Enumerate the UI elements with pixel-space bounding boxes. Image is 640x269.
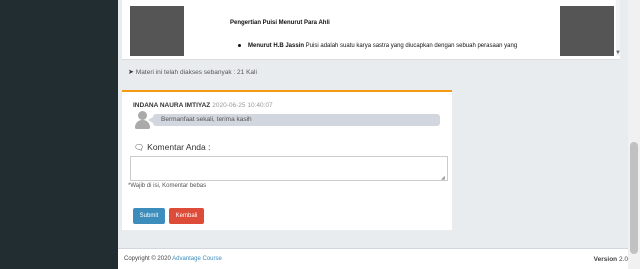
page-scrollbar[interactable]	[628, 0, 640, 269]
required-note: *Wajib di isi, Komentar bebas	[128, 183, 207, 189]
version-label: Version	[593, 256, 618, 263]
resize-grip-icon[interactable]: ◢	[441, 175, 445, 181]
material-bullet: Menurut H.B Jassin Puisi adalah suatu ka…	[238, 43, 517, 49]
comment-date: 2020-06-25 10:40:07	[212, 102, 273, 109]
comment-form-label-text: Komentar Anda :	[147, 142, 211, 152]
comment-bubble: Bermanfaat sekali, terima kasih	[148, 114, 440, 126]
main-content: Pengertian Puisi Menurut Para Ahli Menur…	[118, 0, 628, 269]
access-count-text: Materi ini telah diakses sebanyak : 21 K…	[135, 69, 257, 76]
version-info: Version 2.0	[594, 256, 628, 263]
access-count: ➤ Materi ini telah diakses sebanyak : 21 …	[128, 68, 257, 76]
copyright-text: Copyright © 2020	[124, 256, 171, 262]
material-title: Pengertian Puisi Menurut Para Ahli	[230, 20, 330, 26]
version-number: 2.0	[618, 256, 628, 263]
material-thumbnail-left	[130, 6, 184, 56]
comment-form-label: 🗨 Komentar Anda :	[134, 142, 210, 152]
material-bullet-text: Puisi adalah suatu karya sastra yang diu…	[304, 43, 518, 49]
page-scrollbar-thumb[interactable]	[630, 142, 638, 254]
brand-link[interactable]: Advantage Course	[172, 256, 222, 262]
comment-textarea[interactable]	[130, 156, 448, 181]
copyright: Copyright © 2020 Advantage Course	[124, 256, 222, 262]
material-bullet-heading: Menurut H.B Jassin	[248, 43, 305, 49]
sidebar	[0, 0, 118, 269]
comment-card: INDANA NAURA IMTIYAZ 2020-06-25 10:40:07 …	[122, 90, 452, 230]
scroll-down-icon[interactable]: ▼	[615, 50, 621, 56]
back-button[interactable]: Kembali	[169, 208, 204, 224]
submit-button[interactable]: Submit	[133, 208, 165, 224]
comment-author: INDANA NAURA IMTIYAZ	[133, 102, 211, 109]
comments-icon: 🗨	[134, 143, 145, 152]
comment-header: INDANA NAURA IMTIYAZ 2020-06-25 10:40:07	[133, 102, 273, 109]
footer: Copyright © 2020 Advantage Course Versio…	[118, 248, 628, 269]
material-content-card: Pengertian Puisi Menurut Para Ahli Menur…	[122, 0, 621, 60]
material-scrollbar[interactable]: ▼	[615, 0, 621, 56]
send-icon: ➤	[128, 69, 134, 76]
material-thumbnail-right	[560, 6, 614, 56]
bullet-dot-icon	[238, 43, 241, 47]
